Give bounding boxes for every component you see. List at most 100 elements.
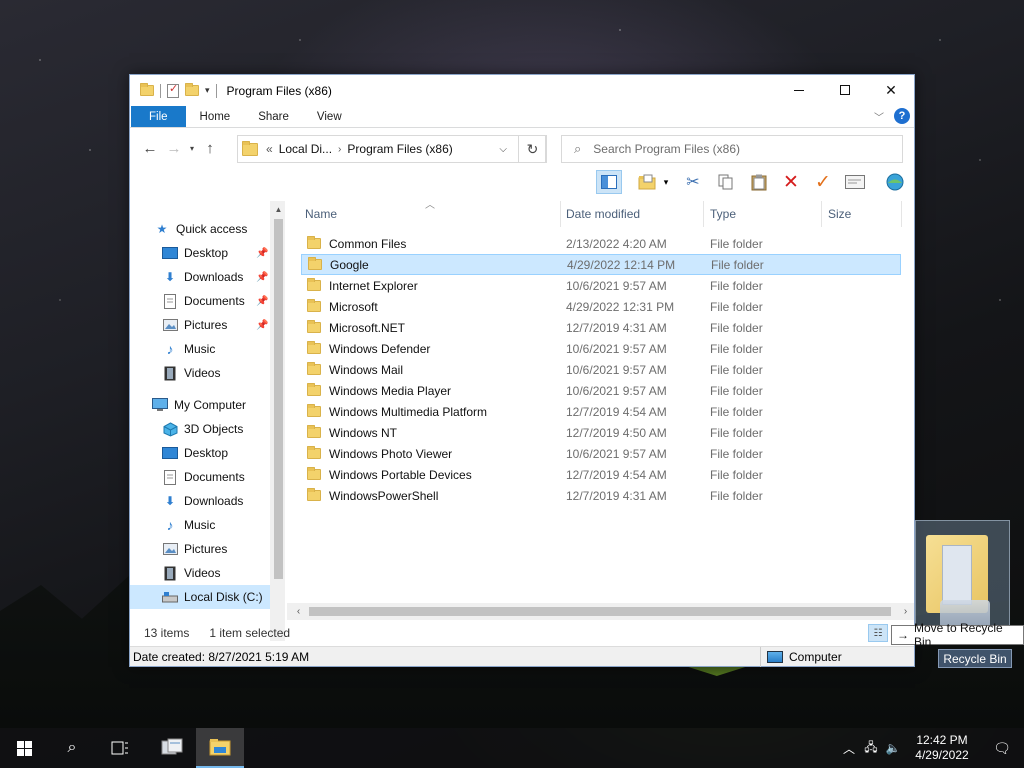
taskbar-server-manager[interactable] — [148, 728, 196, 768]
tab-view[interactable]: View — [303, 106, 356, 127]
nav-quick-desktop[interactable]: Desktop 📌 — [162, 241, 285, 265]
nav-downloads[interactable]: ⬇ Downloads — [162, 489, 285, 513]
file-row[interactable]: Windows Media Player 10/6/2021 9:57 AM Fil… — [301, 380, 901, 401]
scroll-right-arrow-icon[interactable]: › — [897, 603, 914, 620]
file-row[interactable]: Windows Multimedia Platform 12/7/2019 4:5… — [301, 401, 901, 422]
file-row[interactable]: Google 4/29/2022 12:14 PM File folder — [301, 254, 901, 275]
navigation-pane[interactable]: ★ Quick access Desktop 📌 ⬇ Downloads 📌 D… — [130, 201, 285, 641]
breadcrumb-local-disk[interactable]: Local Di... — [279, 142, 332, 156]
expand-ribbon-chevron-icon[interactable]: ﹀ — [874, 109, 884, 124]
address-bar[interactable]: « Local Di... › Program Files (x86) ⌵ — [237, 135, 546, 163]
breadcrumb-current-folder[interactable]: Program Files (x86) — [347, 142, 452, 156]
file-row[interactable]: Common Files 2/13/2022 4:20 AM File folder — [301, 233, 901, 254]
nav-my-computer[interactable]: My Computer — [152, 393, 285, 417]
properties-card-icon[interactable] — [842, 170, 868, 194]
customize-toolbar-dropdown-icon[interactable]: ▾ — [205, 85, 210, 96]
preview-pane-icon[interactable] — [596, 170, 622, 194]
scrollbar-thumb[interactable] — [309, 607, 891, 616]
taskbar-file-explorer[interactable] — [196, 728, 244, 768]
properties-icon[interactable] — [167, 82, 179, 98]
file-row[interactable]: Microsoft.NET 12/7/2019 4:31 AM File folde… — [301, 317, 901, 338]
maximize-icon — [840, 85, 850, 95]
nav-label: Downloads — [184, 494, 244, 508]
help-icon[interactable]: ? — [894, 108, 910, 124]
start-button[interactable] — [0, 728, 48, 768]
file-row[interactable]: Windows Defender 10/6/2021 9:57 AM File fo… — [301, 338, 901, 359]
recycle-bin-label[interactable]: Recycle Bin — [938, 649, 1012, 668]
pin-icon[interactable]: 📌 — [256, 272, 268, 283]
file-row[interactable]: Internet Explorer 10/6/2021 9:57 AM File f… — [301, 275, 901, 296]
breadcrumb-overflow[interactable]: « — [266, 142, 273, 156]
show-hidden-icons-chevron-icon[interactable]: ︿ — [838, 740, 860, 757]
address-history-chevron-icon[interactable]: ⌵ — [499, 144, 507, 155]
file-row[interactable]: Windows Portable Devices 12/7/2019 4:54 A… — [301, 464, 901, 485]
nav-music[interactable]: ♪ Music — [162, 513, 285, 537]
volume-muted-icon[interactable]: 🔈 — [882, 741, 904, 755]
tooltip-text: Move to Recycle Bin — [914, 621, 1003, 649]
file-row[interactable]: WindowsPowerShell 12/7/2019 4:31 AM File f… — [301, 485, 901, 506]
nav-3d-objects[interactable]: 3D Objects — [162, 417, 285, 441]
nav-videos[interactable]: Videos — [162, 561, 285, 585]
file-horizontal-scrollbar[interactable]: ‹ › — [287, 603, 914, 620]
nav-vertical-scrollbar[interactable]: ▲ — [270, 201, 285, 641]
task-view-button[interactable] — [96, 728, 144, 768]
minimize-button[interactable] — [776, 75, 822, 105]
nav-quick-pictures[interactable]: Pictures 📌 — [162, 313, 285, 337]
scroll-left-arrow-icon[interactable]: ‹ — [290, 603, 307, 620]
paste-icon[interactable] — [746, 170, 772, 194]
column-header-size[interactable]: Size — [822, 201, 902, 227]
title-bar[interactable]: ▾ Program Files (x86) ✕ — [130, 75, 914, 106]
network-globe-icon[interactable] — [882, 170, 908, 194]
notification-icon[interactable]: 🗨 — [980, 740, 1024, 757]
nav-quick-access[interactable]: ★ Quick access — [154, 217, 285, 241]
nav-local-disk[interactable]: Local Disk (C:) — [130, 585, 270, 609]
network-icon[interactable]: 🖧 — [860, 738, 882, 759]
file-row[interactable]: Microsoft 4/29/2022 12:31 PM File folder — [301, 296, 901, 317]
refresh-button[interactable]: ↻ — [518, 135, 547, 163]
tab-share[interactable]: Share — [244, 106, 303, 127]
pin-icon[interactable]: 📌 — [256, 248, 268, 259]
column-header-name[interactable]: Name — [299, 201, 561, 227]
search-taskbar-button[interactable]: ⌕ — [48, 728, 96, 768]
music-note-icon: ♪ — [166, 341, 174, 357]
pin-icon[interactable]: 📌 — [256, 296, 268, 307]
close-button[interactable]: ✕ — [868, 75, 914, 105]
file-row[interactable]: Windows Photo Viewer 10/6/2021 9:57 AM Fil… — [301, 443, 901, 464]
pin-icon[interactable]: 📌 — [256, 320, 268, 331]
back-arrow-icon[interactable]: ← — [138, 140, 162, 157]
column-header-type[interactable]: Type — [704, 201, 822, 227]
forward-arrow-icon[interactable]: → — [162, 140, 186, 157]
tab-home[interactable]: Home — [186, 106, 245, 127]
cut-icon[interactable]: ✂ — [680, 170, 706, 194]
breadcrumb-separator-icon[interactable]: › — [338, 144, 341, 155]
rename-check-icon[interactable]: ✓ — [810, 170, 836, 194]
nav-documents[interactable]: Documents — [162, 465, 285, 489]
clock[interactable]: 12:42 PM 4/29/2022 — [904, 733, 980, 763]
nav-quick-documents[interactable]: Documents 📌 — [162, 289, 285, 313]
new-folder-icon[interactable] — [634, 170, 660, 194]
column-header-date[interactable]: Date modified — [560, 201, 704, 227]
recent-locations-chevron-icon[interactable]: ▾ — [186, 144, 198, 153]
nav-quick-downloads[interactable]: ⬇ Downloads 📌 — [162, 265, 285, 289]
nav-quick-videos[interactable]: Videos — [162, 361, 285, 385]
new-folder-icon[interactable] — [185, 83, 199, 96]
file-name-text: Windows Portable Devices — [329, 467, 472, 482]
file-date: 12/7/2019 4:54 AM — [566, 404, 667, 419]
nav-desktop[interactable]: Desktop — [162, 441, 285, 465]
nav-quick-music[interactable]: ♪ Music — [162, 337, 285, 361]
maximize-button[interactable] — [822, 75, 868, 105]
server-manager-icon — [161, 738, 183, 755]
file-row[interactable]: Windows NT 12/7/2019 4:50 AM File folder — [301, 422, 901, 443]
delete-icon[interactable]: ✕ — [778, 170, 804, 194]
scrollbar-thumb[interactable] — [274, 219, 283, 579]
details-view-icon[interactable]: ☷ — [868, 624, 888, 642]
search-input[interactable]: ⌕ Search Program Files (x86) — [561, 135, 903, 163]
copy-icon[interactable] — [713, 170, 739, 194]
nav-pictures[interactable]: Pictures — [162, 537, 285, 561]
tab-file[interactable]: File — [131, 106, 186, 127]
new-folder-dropdown-icon[interactable]: ▾ — [660, 170, 672, 194]
scroll-up-arrow-icon[interactable]: ▲ — [270, 201, 285, 217]
file-row[interactable]: Windows Mail 10/6/2021 9:57 AM File folder — [301, 359, 901, 380]
up-arrow-icon[interactable]: ↑ — [198, 140, 222, 157]
date-created: Date created: 8/27/2021 5:19 AM — [133, 649, 310, 664]
